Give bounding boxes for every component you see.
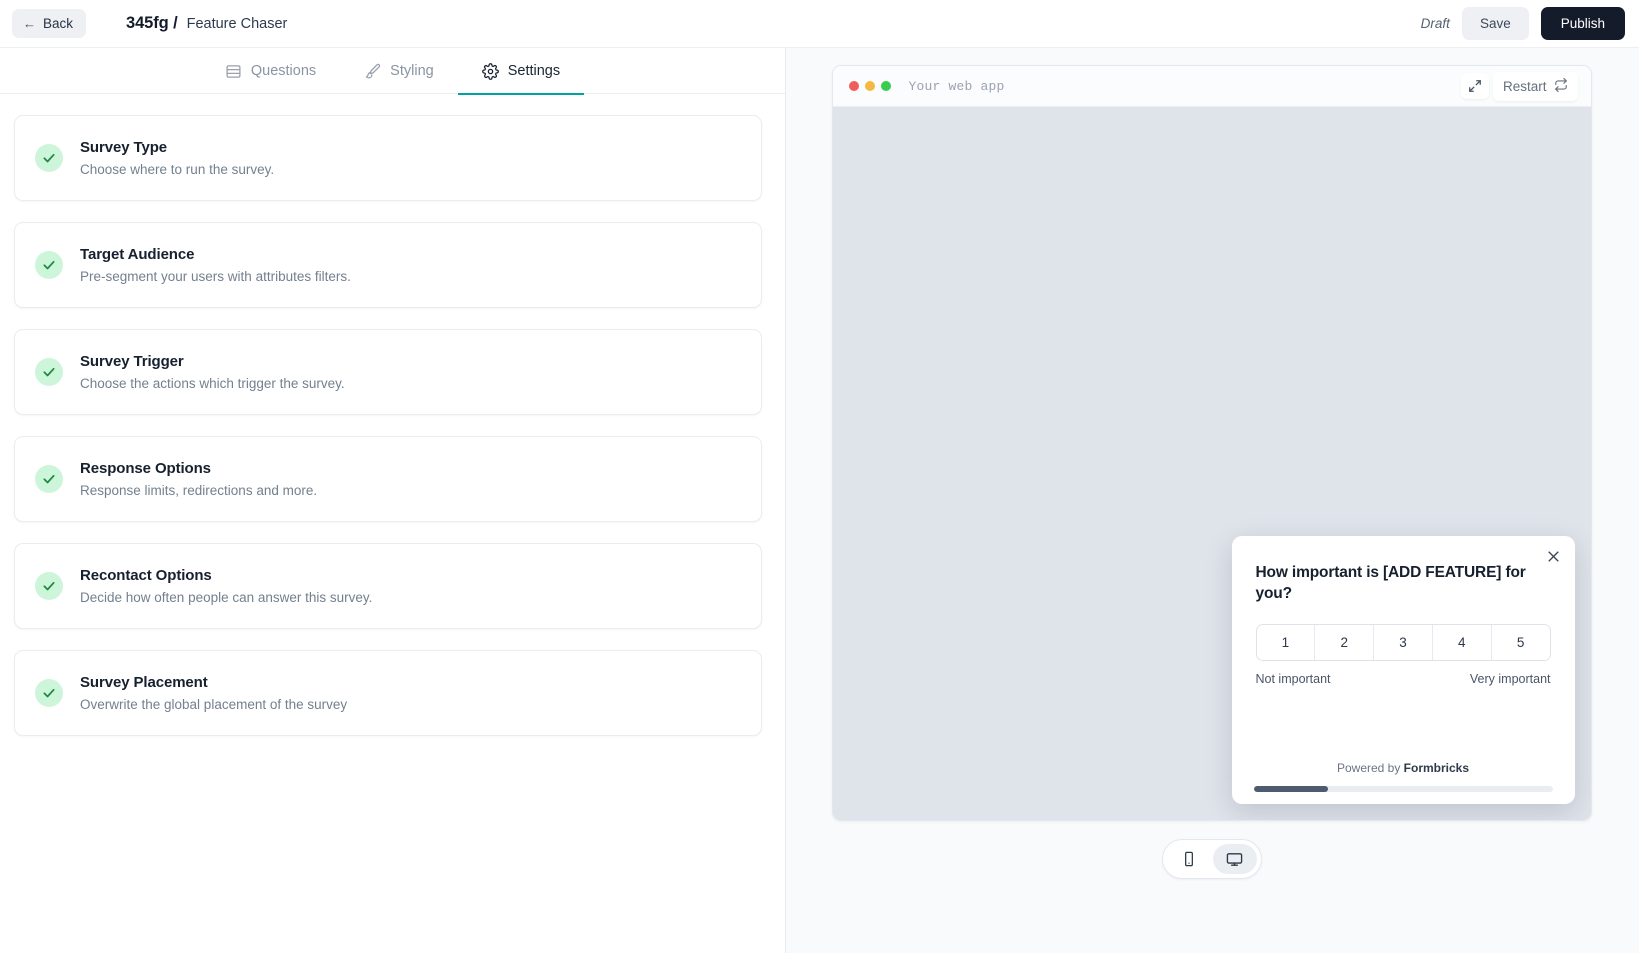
back-button[interactable]: ← Back: [12, 9, 87, 38]
editor-pane: Questions Styling Settings Survey Type C…: [0, 48, 786, 953]
settings-card-subtitle: Choose the actions which trigger the sur…: [80, 376, 345, 391]
top-bar-actions: Draft Save Publish: [1421, 7, 1625, 40]
settings-card-title: Response Options: [80, 460, 211, 477]
preview-browser-frame: Your web app Restart How important is [A…: [831, 65, 1592, 821]
check-circle-icon: [35, 679, 63, 707]
settings-card-subtitle: Overwrite the global placement of the su…: [80, 697, 348, 712]
mobile-icon[interactable]: [1167, 844, 1211, 874]
repeat-icon: [1554, 77, 1568, 95]
tab-questions[interactable]: Questions: [201, 49, 340, 95]
tab-styling-label: Styling: [390, 63, 434, 79]
rating-option-1[interactable]: 1: [1256, 624, 1315, 660]
settings-card-subtitle: Response limits, redirections and more.: [80, 483, 318, 498]
device-preview-toggle: [1161, 839, 1262, 879]
powered-by-brand: Formbricks: [1403, 761, 1470, 775]
rating-option-2[interactable]: 2: [1314, 624, 1374, 660]
settings-card-title: Recontact Options: [80, 567, 212, 584]
expand-icon[interactable]: [1460, 73, 1489, 99]
preview-actions: Restart: [1460, 71, 1578, 101]
settings-card-target-audience[interactable]: Target Audience Pre-segment your users w…: [14, 222, 762, 308]
survey-progress-fill: [1253, 786, 1329, 792]
powered-by-prefix: Powered by: [1336, 761, 1404, 775]
top-bar: ← Back 345fg / Feature Chaser Draft Save…: [0, 0, 1639, 48]
close-icon[interactable]: [1543, 546, 1564, 567]
settings-card-title: Survey Trigger: [80, 353, 184, 370]
check-circle-icon: [35, 572, 63, 600]
settings-card-survey-trigger[interactable]: Survey Trigger Choose the actions which …: [14, 329, 762, 415]
rating-upper-label: Very important: [1469, 671, 1551, 686]
rating-option-5[interactable]: 5: [1490, 624, 1550, 660]
settings-card-subtitle: Choose where to run the survey.: [80, 162, 275, 177]
maximize-dot-icon: [880, 81, 891, 91]
back-button-label: Back: [43, 16, 74, 31]
tab-questions-label: Questions: [250, 63, 317, 79]
check-circle-icon: [35, 144, 63, 172]
settings-card-response-options[interactable]: Response Options Response limits, redire…: [14, 436, 762, 522]
paintbrush-icon: [364, 63, 381, 80]
rows-icon: [225, 63, 242, 80]
settings-card-survey-type[interactable]: Survey Type Choose where to run the surv…: [14, 115, 762, 201]
main-content: Questions Styling Settings Survey Type C…: [0, 48, 1639, 953]
preview-canvas: How important is [ADD FEATURE] for you? …: [832, 107, 1591, 820]
minimize-dot-icon: [864, 81, 875, 91]
check-circle-icon: [35, 358, 63, 386]
rating-scale: 1 2 3 4 5: [1255, 623, 1551, 661]
survey-footer: Powered by Formbricks: [1253, 761, 1553, 804]
rating-scale-labels: Not important Very important: [1256, 672, 1551, 686]
preview-browser-bar: Your web app Restart: [832, 66, 1591, 107]
gear-icon: [481, 62, 499, 80]
arrow-left-icon: ←: [23, 16, 36, 31]
settings-card-recontact-options[interactable]: Recontact Options Decide how often peopl…: [14, 543, 762, 629]
settings-card-subtitle: Decide how often people can answer this …: [80, 590, 373, 605]
window-controls: [848, 81, 891, 91]
breadcrumb-environment-id: 345fg /: [126, 14, 178, 32]
desktop-icon[interactable]: [1212, 844, 1257, 874]
check-circle-icon: [35, 251, 63, 279]
restart-button-label: Restart: [1502, 78, 1547, 94]
editor-tabs: Questions Styling Settings: [0, 48, 785, 95]
rating-option-3[interactable]: 3: [1373, 624, 1432, 660]
settings-card-title: Survey Type: [80, 139, 167, 156]
tab-settings-label: Settings: [507, 63, 561, 79]
settings-card-title: Survey Placement: [80, 674, 208, 691]
survey-popup: How important is [ADD FEATURE] for you? …: [1231, 536, 1575, 804]
breadcrumb-survey-name[interactable]: Feature Chaser: [187, 16, 288, 32]
tab-styling[interactable]: Styling: [340, 49, 458, 95]
restart-button[interactable]: Restart: [1492, 71, 1578, 101]
preview-url-label: Your web app: [908, 78, 1005, 94]
powered-by-label: Powered by Formbricks: [1256, 761, 1551, 786]
settings-card-subtitle: Pre-segment your users with attributes f…: [80, 269, 351, 284]
settings-card-survey-placement[interactable]: Survey Placement Overwrite the global pl…: [14, 650, 762, 736]
survey-progress-bar: [1253, 786, 1553, 792]
check-circle-icon: [35, 465, 63, 493]
settings-card-list: Survey Type Choose where to run the surv…: [0, 94, 785, 953]
status-badge: Draft: [1420, 16, 1450, 31]
survey-question-headline: How important is [ADD FEATURE] for you?: [1255, 564, 1526, 602]
rating-lower-label: Not important: [1255, 671, 1331, 686]
settings-card-title: Target Audience: [80, 246, 195, 263]
tab-settings[interactable]: Settings: [457, 49, 585, 95]
close-dot-icon: [848, 81, 859, 91]
publish-button[interactable]: Publish: [1540, 7, 1625, 40]
rating-option-4[interactable]: 4: [1431, 624, 1491, 660]
save-button[interactable]: Save: [1461, 7, 1529, 40]
preview-pane: Your web app Restart How important is [A…: [786, 48, 1639, 953]
breadcrumb: 345fg / Feature Chaser: [126, 14, 287, 33]
